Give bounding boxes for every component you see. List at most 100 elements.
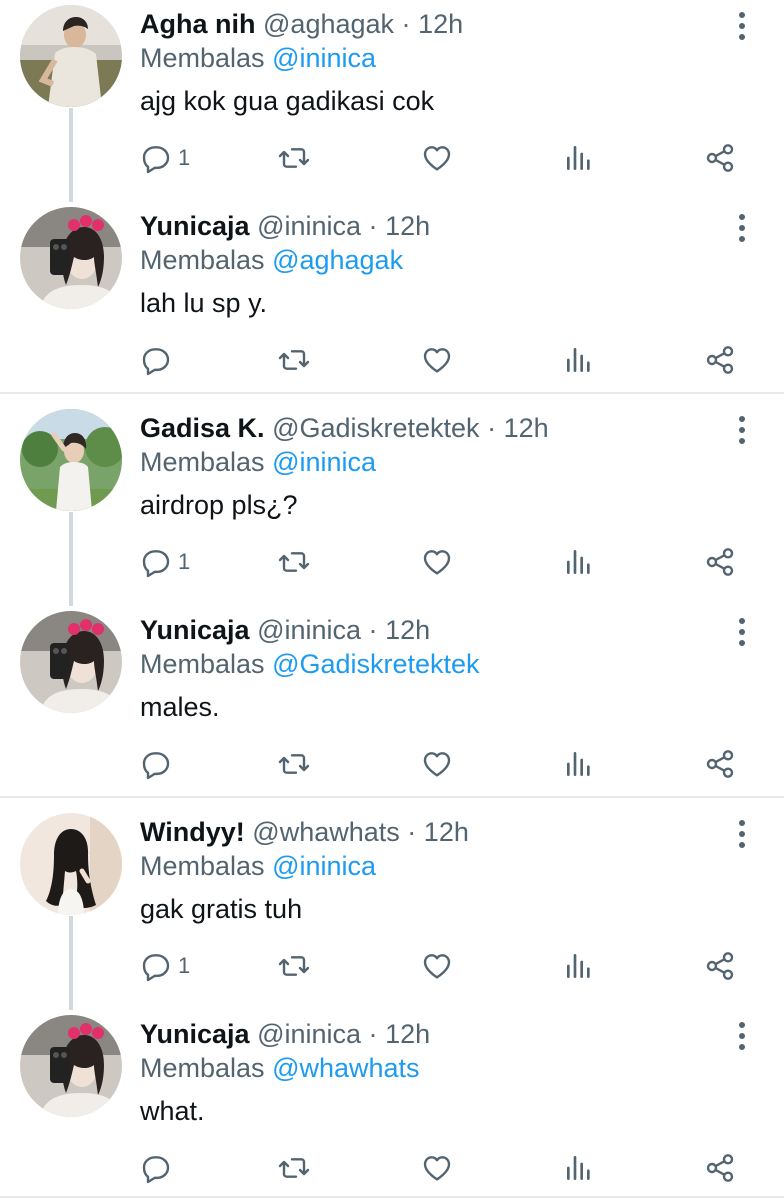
tweet-text: what.	[140, 1096, 205, 1126]
like-button[interactable]	[421, 744, 453, 784]
more-options-icon[interactable]	[730, 12, 754, 40]
separator-dot: ·	[487, 413, 497, 443]
reply-button[interactable]: 1	[140, 946, 190, 986]
like-button[interactable]	[421, 1148, 453, 1188]
share-button[interactable]	[704, 946, 736, 986]
tweet-header: Yunicaja @ininica · 12h	[140, 1018, 430, 1050]
like-button[interactable]	[421, 340, 453, 380]
more-options-icon[interactable]	[730, 618, 754, 646]
share-button[interactable]	[704, 744, 736, 784]
views-button[interactable]	[563, 744, 595, 784]
share-icon	[704, 950, 736, 982]
action-bar: 1	[0, 138, 784, 178]
share-icon	[704, 344, 736, 376]
retweet-icon	[278, 546, 310, 578]
retweet-button[interactable]	[278, 1148, 310, 1188]
share-button[interactable]	[704, 340, 736, 380]
timestamp[interactable]: 12h	[385, 211, 430, 241]
mention-link[interactable]: @ininica	[272, 851, 376, 881]
retweet-button[interactable]	[278, 744, 310, 784]
views-icon	[563, 344, 595, 376]
tweet[interactable]: Gadisa K. @Gadiskretektek · 12h Membalas…	[0, 404, 784, 606]
avatar[interactable]	[20, 1015, 122, 1117]
display-name[interactable]: Agha nih	[140, 9, 256, 39]
like-button[interactable]	[421, 542, 453, 582]
views-button[interactable]	[563, 542, 595, 582]
thread-divider	[0, 796, 784, 798]
timestamp[interactable]: 12h	[385, 1019, 430, 1049]
avatar[interactable]	[20, 813, 122, 915]
display-name[interactable]: Yunicaja	[140, 615, 250, 645]
mention-link[interactable]: @aghagak	[272, 245, 403, 275]
like-button[interactable]	[421, 946, 453, 986]
tweet[interactable]: Yunicaja @ininica · 12h Membalas @Gadisk…	[0, 606, 784, 808]
tweet[interactable]: Yunicaja @ininica · 12h Membalas @aghaga…	[0, 202, 784, 404]
timestamp[interactable]: 12h	[385, 615, 430, 645]
share-button[interactable]	[704, 1148, 736, 1188]
retweet-button[interactable]	[278, 340, 310, 380]
timestamp[interactable]: 12h	[418, 9, 463, 39]
reply-button[interactable]	[140, 340, 178, 380]
share-icon	[704, 1152, 736, 1184]
like-icon	[421, 1152, 453, 1184]
more-options-icon[interactable]	[730, 1022, 754, 1050]
retweet-button[interactable]	[278, 542, 310, 582]
avatar[interactable]	[20, 409, 122, 511]
replying-prefix: Membalas	[140, 43, 265, 73]
replying-to: Membalas @whawhats	[140, 1052, 420, 1084]
tweet-text: males.	[140, 692, 220, 722]
like-icon	[421, 344, 453, 376]
views-button[interactable]	[563, 946, 595, 986]
user-handle[interactable]: @ininica	[257, 1019, 361, 1049]
user-handle[interactable]: @ininica	[257, 211, 361, 241]
replying-to: Membalas @ininica	[140, 42, 376, 74]
timestamp[interactable]: 12h	[424, 817, 469, 847]
timestamp[interactable]: 12h	[504, 413, 549, 443]
tweet-header: Yunicaja @ininica · 12h	[140, 210, 430, 242]
retweet-button[interactable]	[278, 138, 310, 178]
mention-link[interactable]: @Gadiskretektek	[272, 649, 479, 679]
share-button[interactable]	[704, 138, 736, 178]
tweet[interactable]: Agha nih @aghagak · 12h Membalas @ininic…	[0, 0, 784, 202]
share-icon	[704, 546, 736, 578]
display-name[interactable]: Yunicaja	[140, 1019, 250, 1049]
retweet-button[interactable]	[278, 946, 310, 986]
reply-button[interactable]: 1	[140, 138, 190, 178]
avatar[interactable]	[20, 5, 122, 107]
user-handle[interactable]: @Gadiskretektek	[272, 413, 479, 443]
tweet-header: Windyy! @whawhats · 12h	[140, 816, 469, 848]
user-handle[interactable]: @whawhats	[252, 817, 399, 847]
mention-link[interactable]: @ininica	[272, 43, 376, 73]
mention-link[interactable]: @ininica	[272, 447, 376, 477]
user-handle[interactable]: @ininica	[257, 615, 361, 645]
like-icon	[421, 950, 453, 982]
views-button[interactable]	[563, 340, 595, 380]
user-handle[interactable]: @aghagak	[263, 9, 394, 39]
views-button[interactable]	[563, 138, 595, 178]
mention-link[interactable]: @whawhats	[272, 1053, 419, 1083]
separator-dot: ·	[368, 615, 378, 645]
tweet[interactable]: Windyy! @whawhats · 12h Membalas @ininic…	[0, 808, 784, 1010]
avatar[interactable]	[20, 207, 122, 309]
replying-prefix: Membalas	[140, 1053, 265, 1083]
views-button[interactable]	[563, 1148, 595, 1188]
views-icon	[563, 142, 595, 174]
reply-button[interactable]	[140, 744, 178, 784]
display-name[interactable]: Windyy!	[140, 817, 245, 847]
retweet-icon	[278, 1152, 310, 1184]
display-name[interactable]: Yunicaja	[140, 211, 250, 241]
replying-prefix: Membalas	[140, 245, 265, 275]
more-options-icon[interactable]	[730, 416, 754, 444]
like-button[interactable]	[421, 138, 453, 178]
more-options-icon[interactable]	[730, 820, 754, 848]
tweet[interactable]: Yunicaja @ininica · 12h Membalas @whawha…	[0, 1010, 784, 1200]
display-name[interactable]: Gadisa K.	[140, 413, 265, 443]
avatar[interactable]	[20, 611, 122, 713]
more-options-icon[interactable]	[730, 214, 754, 242]
thread-divider	[0, 1196, 784, 1198]
views-icon	[563, 546, 595, 578]
reply-button[interactable]	[140, 1148, 178, 1188]
reply-button[interactable]: 1	[140, 542, 190, 582]
share-button[interactable]	[704, 542, 736, 582]
action-bar	[0, 340, 784, 380]
